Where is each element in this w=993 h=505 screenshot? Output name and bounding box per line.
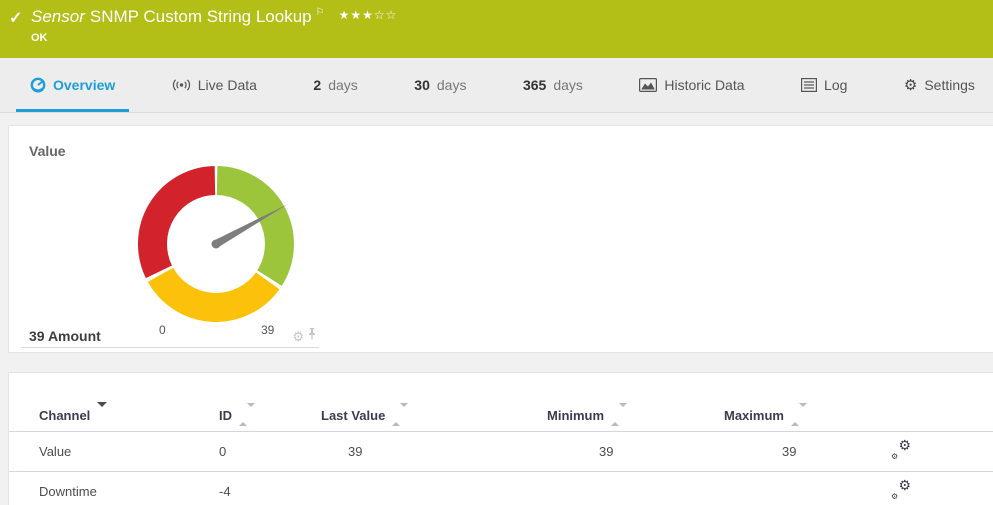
cell-minimum: 39: [547, 432, 724, 472]
cell-minimum: [547, 472, 724, 505]
tab-label: Log: [824, 77, 847, 93]
column-header-label: Maximum: [724, 408, 784, 423]
gear-icon: ⚙: [891, 493, 898, 501]
tab-label: Live Data: [198, 77, 257, 93]
channel-settings-gears-icon[interactable]: ⚙ ⚙: [891, 441, 911, 459]
tab-log[interactable]: Log: [787, 58, 861, 112]
stars-filled: ★★★: [339, 8, 374, 22]
check-icon: ✓: [9, 8, 22, 28]
tab-bar: Overview Live Data 2 days 30 days 365 da…: [0, 58, 993, 113]
cell-last-value: [321, 472, 547, 505]
cell-id: 0: [219, 432, 321, 472]
tab-overview[interactable]: Overview: [16, 58, 129, 112]
tab-label-number: 365: [523, 77, 546, 93]
tab-label-number: 30: [414, 77, 430, 93]
column-header-actions: [891, 407, 993, 432]
cell-actions: ⚙ ⚙: [891, 432, 993, 472]
sort-icon: [239, 407, 255, 422]
channel-gear-icon[interactable]: ⚙: [292, 330, 304, 343]
gear-icon: ⚙: [898, 478, 911, 492]
column-header-label: Minimum: [547, 408, 604, 423]
column-header-maximum[interactable]: Maximum: [724, 407, 891, 432]
tab-historic-data[interactable]: Historic Data: [625, 58, 758, 112]
gauge-icon: [30, 77, 46, 93]
status-badge: OK: [31, 32, 48, 44]
tab-label: Overview: [53, 77, 115, 93]
tab-30-days[interactable]: 30 days: [400, 58, 480, 112]
sort-icon: [392, 407, 408, 422]
gauge-legend-icons: ⚙: [292, 327, 317, 345]
column-header-last-value[interactable]: Last Value: [321, 407, 547, 432]
sensor-title: SNMP Custom String Lookup: [90, 7, 312, 26]
column-header-label: ID: [219, 408, 232, 423]
gear-icon: ⚙: [891, 453, 898, 461]
table-header-row: Channel ID Last Value Minimum Maximum: [9, 407, 993, 432]
tab-label: days: [437, 77, 467, 93]
sort-icon: [611, 407, 627, 422]
sensor-title-prefix: Sensor: [31, 7, 85, 26]
tab-label-number: 2: [313, 77, 321, 93]
cell-maximum: 39: [724, 432, 891, 472]
tab-label: days: [553, 77, 583, 93]
tab-label: days: [328, 77, 358, 93]
tab-live-data[interactable]: Live Data: [158, 58, 271, 112]
broadcast-icon: [172, 77, 191, 93]
tab-2-days[interactable]: 2 days: [299, 58, 371, 112]
column-header-id[interactable]: ID: [219, 407, 321, 432]
sort-desc-icon: [97, 407, 107, 422]
table-row-downtime[interactable]: Downtime -4 ⚙ ⚙: [9, 472, 993, 505]
gauge-panel-title: Value: [29, 143, 66, 159]
gear-icon: ⚙: [898, 438, 911, 452]
tab-365-days[interactable]: 365 days: [509, 58, 597, 112]
pin-icon[interactable]: [307, 327, 317, 345]
tab-settings[interactable]: ⚙ Settings: [890, 58, 989, 112]
overview-gauge-panel: Value 0 39 39 Amount ⚙: [8, 125, 993, 353]
column-header-label: Channel: [39, 408, 90, 423]
column-header-minimum[interactable]: Minimum: [547, 407, 724, 432]
sensor-title-line: Sensor SNMP Custom String Lookup ⚐ ★★★☆☆: [31, 7, 397, 27]
channels-table: Channel ID Last Value Minimum Maximum Va…: [9, 407, 993, 505]
cell-actions: ⚙ ⚙: [891, 472, 993, 505]
gauge-ring: [138, 166, 294, 322]
sort-icon: [791, 407, 807, 422]
cell-channel: Downtime: [9, 472, 219, 505]
tab-label: Historic Data: [664, 77, 744, 93]
cell-last-value: 39: [321, 432, 547, 472]
channel-settings-gears-icon[interactable]: ⚙ ⚙: [891, 481, 911, 499]
flag-icon[interactable]: ⚐: [316, 7, 325, 18]
rating-stars[interactable]: ★★★☆☆: [339, 8, 398, 22]
log-icon: [801, 78, 817, 92]
gear-icon: ⚙: [904, 78, 917, 93]
area-chart-icon: [639, 78, 657, 92]
gauge-legend-label: 39 Amount: [29, 328, 101, 344]
table-row-value[interactable]: Value 0 39 39 39 ⚙ ⚙: [9, 432, 993, 472]
sensor-header: ✓ SensorSNMP Custom String Lookup⚐★★★☆☆ …: [0, 0, 993, 58]
tab-label: Settings: [924, 77, 975, 93]
gauge-legend-row[interactable]: 39 Amount ⚙: [21, 328, 319, 348]
cell-channel: Value: [9, 432, 219, 472]
cell-maximum: [724, 472, 891, 505]
gauge-chart: [138, 166, 294, 322]
cell-id: -4: [219, 472, 321, 505]
stars-empty: ☆☆: [374, 8, 398, 22]
channels-table-panel: Channel ID Last Value Minimum Maximum Va…: [8, 372, 993, 505]
column-header-channel[interactable]: Channel: [9, 407, 219, 432]
column-header-label: Last Value: [321, 408, 385, 423]
